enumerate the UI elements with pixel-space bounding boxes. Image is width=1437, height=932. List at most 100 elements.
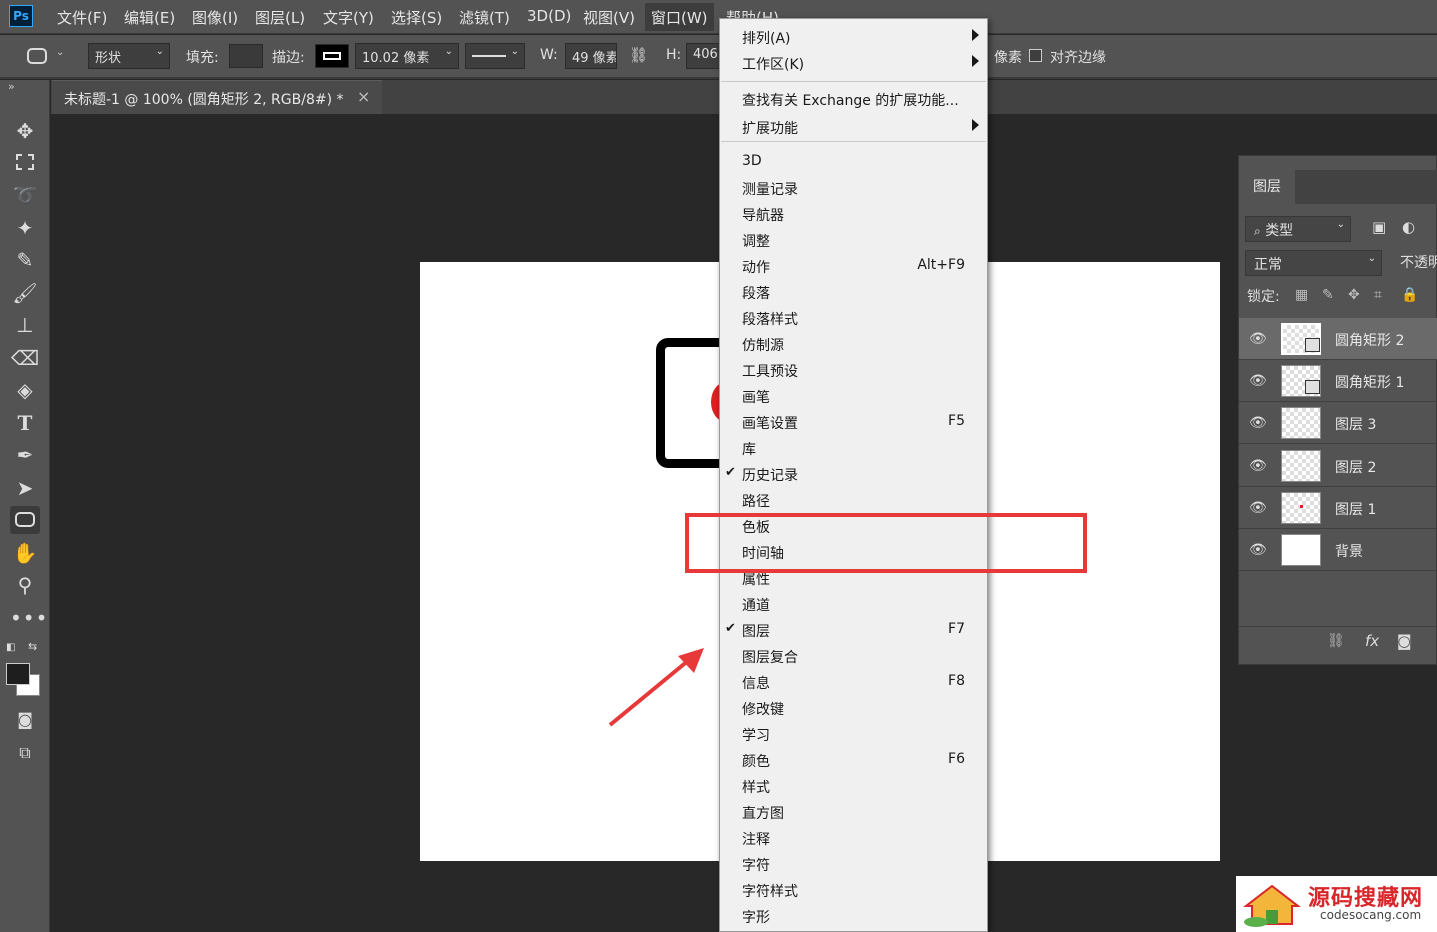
menu-item[interactable]: 库 — [720, 436, 987, 460]
align-edges-checkbox[interactable] — [1029, 49, 1042, 62]
layer-row[interactable]: 👁 图层 2 — [1239, 445, 1437, 487]
menu-item[interactable]: 通道 — [720, 592, 987, 616]
menu-edit[interactable]: 编辑(E) — [124, 7, 175, 28]
stroke-width-field[interactable]: 10.02 像素 ⌄ — [355, 43, 459, 69]
menu-item[interactable]: 测量记录 — [720, 176, 987, 200]
close-icon[interactable]: × — [357, 87, 370, 106]
lock-all-icon[interactable]: 🔒 — [1401, 287, 1418, 303]
menu-item[interactable]: 图层复合 — [720, 644, 987, 668]
collapse-icon[interactable]: » — [8, 80, 15, 93]
document-tab[interactable]: 未标题-1 @ 100% (圆角矩形 2, RGB/8#) * × — [52, 80, 382, 114]
eye-icon[interactable]: 👁 — [1249, 331, 1267, 347]
menu-item[interactable]: 直方图 — [720, 800, 987, 824]
menu-select[interactable]: 选择(S) — [391, 7, 442, 28]
link-layers-icon[interactable]: ⛓ — [1327, 633, 1345, 649]
menu-item[interactable]: ✔ 历史记录 — [720, 462, 987, 486]
menu-item[interactable]: 信息 F8 — [720, 670, 987, 694]
menu-item[interactable]: 学习 — [720, 722, 987, 746]
quick-mask-icon[interactable]: ◙ — [10, 706, 40, 734]
eye-icon[interactable]: 👁 — [1249, 415, 1267, 431]
magic-wand-icon[interactable]: ✦ — [10, 214, 40, 242]
layer-row[interactable]: 👁 图层 3 — [1239, 402, 1437, 444]
menu-item[interactable]: 画笔设置 F5 — [720, 410, 987, 434]
height-field[interactable]: 406 — [686, 43, 720, 69]
menu-type[interactable]: 文字(Y) — [323, 7, 374, 28]
lock-artboard-icon[interactable]: ⌗ — [1374, 287, 1382, 303]
menu-item[interactable]: 段落 — [720, 280, 987, 304]
lasso-tool-icon[interactable]: ➰ — [10, 181, 40, 209]
stroke-type-select[interactable]: ⌄ — [465, 43, 525, 69]
menu-item[interactable]: 画笔 — [720, 384, 987, 408]
menu-item[interactable]: 字符样式 — [720, 878, 987, 902]
eye-icon[interactable]: 👁 — [1249, 542, 1267, 558]
menu-item[interactable]: 颜色 F6 — [720, 748, 987, 772]
fill-swatch[interactable] — [229, 44, 263, 68]
fx-icon[interactable]: fx — [1365, 632, 1379, 650]
pen-tool-icon[interactable]: ✒ — [10, 441, 40, 469]
menu-item[interactable]: 字符 — [720, 852, 987, 876]
menu-item[interactable]: 工具预设 — [720, 358, 987, 382]
eye-icon[interactable]: 👁 — [1249, 500, 1267, 516]
chevron-down-icon[interactable]: ⌄ — [56, 47, 64, 58]
menu-item[interactable]: 注释 — [720, 826, 987, 850]
adjustment-filter-icon[interactable]: ◐ — [1402, 218, 1415, 236]
swap-colors-icon[interactable]: ⇆ — [28, 640, 37, 653]
image-filter-icon[interactable]: ▣ — [1372, 218, 1386, 236]
eraser-tool-icon[interactable]: ⌫ — [10, 344, 40, 372]
menu-layer[interactable]: 图层(L) — [255, 7, 305, 28]
default-colors-icon[interactable]: ◧ — [6, 642, 15, 653]
layers-tab[interactable]: 图层 — [1239, 170, 1295, 204]
eyedropper-icon[interactable]: ✎ — [10, 246, 40, 274]
blend-mode-select[interactable]: 正常 ⌄ — [1245, 250, 1382, 276]
menu-item[interactable]: 3D — [720, 150, 987, 174]
foreground-color-swatch[interactable] — [6, 663, 30, 685]
menu-item[interactable]: 段落样式 — [720, 306, 987, 330]
screen-mode-icon[interactable]: ⧉ — [10, 739, 40, 767]
eye-icon[interactable]: 👁 — [1249, 458, 1267, 474]
rounded-rect-tool-icon[interactable] — [10, 506, 40, 534]
zoom-tool-icon[interactable]: ⚲ — [10, 571, 40, 599]
menu-filter[interactable]: 滤镜(T) — [459, 7, 510, 28]
marquee-tool-icon[interactable] — [10, 149, 40, 177]
menu-item[interactable]: 字形 — [720, 904, 987, 928]
layer-row[interactable]: 👁 图层 1 — [1239, 487, 1437, 529]
menu-window[interactable]: 窗口(W) — [645, 3, 714, 31]
rounded-rect-tool-icon[interactable] — [27, 48, 47, 64]
menu-item[interactable]: 修改键 — [720, 696, 987, 720]
lock-pixels-icon[interactable]: ✎ — [1322, 287, 1334, 303]
menu-3d[interactable]: 3D(D) — [527, 7, 571, 25]
menu-item[interactable]: 查找有关 Exchange 的扩展功能... — [720, 87, 987, 111]
lock-position-icon[interactable]: ✥ — [1348, 287, 1360, 303]
move-tool-icon[interactable]: ✥ — [10, 117, 40, 145]
add-mask-icon[interactable]: ◙ — [1397, 632, 1412, 650]
lock-transparency-icon[interactable]: ▦ — [1295, 287, 1308, 303]
menu-file[interactable]: 文件(F) — [57, 7, 107, 28]
stamp-tool-icon[interactable]: ⊥ — [10, 311, 40, 339]
menu-item[interactable]: 仿制源 — [720, 332, 987, 356]
menu-view[interactable]: 视图(V) — [583, 7, 635, 28]
menu-item[interactable]: 导航器 — [720, 202, 987, 226]
menu-item[interactable]: 排列(A) — [720, 25, 987, 49]
brush-tool-icon[interactable]: 🖌 — [10, 279, 40, 307]
type-tool-icon[interactable]: T — [10, 409, 40, 437]
layer-filter-select[interactable]: ⌕ 类型 ⌄ — [1245, 216, 1351, 242]
menu-item[interactable]: 样式 — [720, 774, 987, 798]
menu-item[interactable]: 调整 — [720, 228, 987, 252]
menu-item[interactable]: 动作 Alt+F9 — [720, 254, 987, 278]
shape-mode-select[interactable]: 形状 ⌄ — [88, 43, 170, 69]
layer-row[interactable]: 👁 背景 — [1239, 529, 1437, 571]
link-icon[interactable]: ⛓ — [629, 46, 648, 64]
layer-row[interactable]: 👁 圆角矩形 1 — [1239, 360, 1437, 402]
hand-tool-icon[interactable]: ✋ — [10, 539, 40, 567]
menu-item[interactable]: 工作区(K) — [720, 51, 987, 75]
eye-icon[interactable]: 👁 — [1249, 373, 1267, 389]
menu-item[interactable]: 扩展功能 — [720, 115, 987, 139]
menu-image[interactable]: 图像(I) — [192, 7, 238, 28]
layer-row[interactable]: 👁 圆角矩形 2 — [1239, 318, 1437, 360]
menu-item[interactable]: ✔ 图层 F7 — [720, 618, 987, 642]
stroke-swatch[interactable] — [315, 44, 349, 68]
paint-bucket-icon[interactable]: ◈ — [10, 376, 40, 404]
menu-item[interactable]: 路径 — [720, 488, 987, 512]
path-select-icon[interactable]: ➤ — [10, 474, 40, 502]
width-field[interactable]: 49 像素 — [565, 43, 617, 69]
